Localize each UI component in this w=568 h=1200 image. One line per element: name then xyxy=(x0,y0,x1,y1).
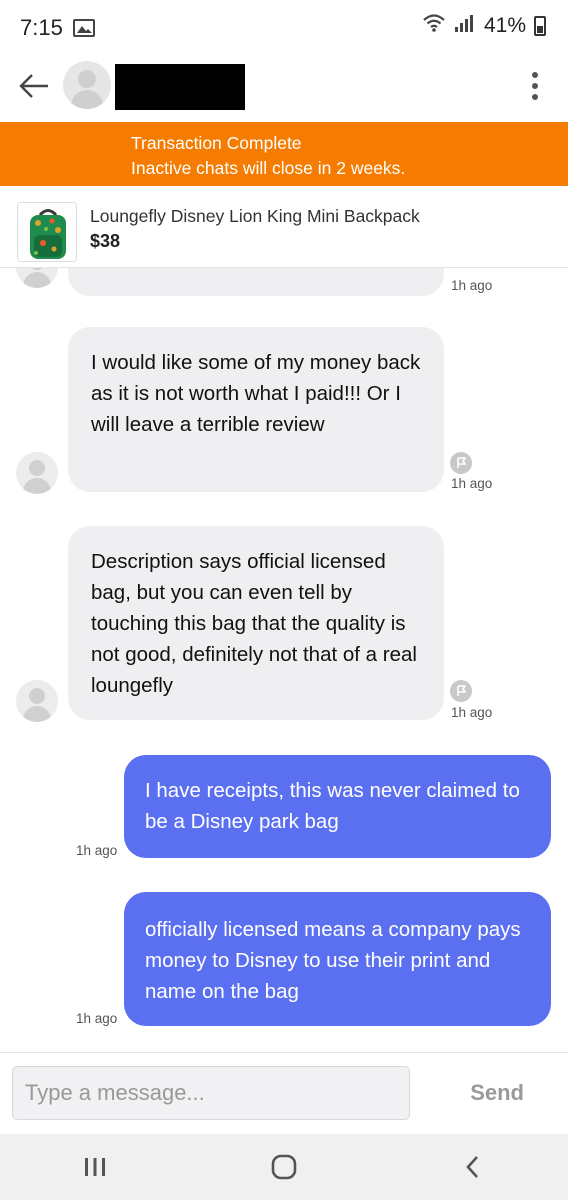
back-button[interactable] xyxy=(14,66,54,106)
image-notification-icon xyxy=(72,19,95,37)
message-timestamp: 1h ago xyxy=(76,1011,118,1026)
message-timestamp: 1h ago xyxy=(451,278,493,293)
message-composer: Send xyxy=(0,1052,568,1134)
message-text: I would like some of my money back as it… xyxy=(91,351,421,436)
message-timestamp: 1h ago xyxy=(76,843,118,858)
sender-avatar xyxy=(16,452,58,494)
battery-percent: 41% xyxy=(483,14,526,37)
report-flag-button[interactable] xyxy=(450,452,472,474)
message-bubble-incoming xyxy=(68,268,444,296)
message-timestamp: 1h ago xyxy=(451,476,493,491)
wifi-icon xyxy=(422,13,446,39)
product-title: Loungefly Disney Lion King Mini Backpack xyxy=(90,206,420,226)
report-flag-button[interactable] xyxy=(450,680,472,702)
arrow-left-icon xyxy=(19,74,48,98)
more-vertical-icon xyxy=(532,72,538,78)
banner-subtitle: Inactive chats will close in 2 weeks. xyxy=(131,158,406,178)
message-text: officially licensed means a company pays… xyxy=(145,918,521,1003)
home-icon xyxy=(271,1154,297,1180)
battery-icon xyxy=(534,16,546,36)
signal-icon xyxy=(454,13,476,39)
contact-avatar[interactable] xyxy=(63,61,111,109)
product-summary[interactable]: Loungefly Disney Lion King Mini Backpack… xyxy=(0,186,568,268)
transaction-banner: Transaction Complete Inactive chats will… xyxy=(0,122,568,186)
more-options-button[interactable] xyxy=(520,66,550,106)
message-text: I have receipts, this was never claimed … xyxy=(145,779,520,833)
status-right: 41% xyxy=(422,13,546,39)
recent-apps-icon xyxy=(84,1158,105,1176)
message-timestamp: 1h ago xyxy=(451,705,493,720)
message-input[interactable] xyxy=(12,1066,410,1120)
message-text: Description says official licensed bag, … xyxy=(91,550,417,697)
banner-title: Transaction Complete xyxy=(131,133,302,153)
message-list[interactable]: 1h ago I would like some of my money bac… xyxy=(0,268,568,1052)
message-bubble-incoming: I would like some of my money back as it… xyxy=(68,327,444,492)
status-time: 7:15 xyxy=(20,15,63,40)
message-bubble-incoming: Description says official licensed bag, … xyxy=(68,526,444,720)
status-bar: 7:15 41% xyxy=(0,0,568,56)
product-thumbnail[interactable] xyxy=(17,202,77,262)
send-button[interactable]: Send xyxy=(470,1080,524,1106)
recent-apps-button[interactable] xyxy=(65,1147,125,1187)
home-button[interactable] xyxy=(254,1147,314,1187)
flag-icon xyxy=(457,457,467,468)
redacted-contact-name xyxy=(115,64,245,110)
product-price: $38 xyxy=(90,231,121,251)
chevron-left-icon xyxy=(466,1156,479,1178)
flag-icon xyxy=(457,685,467,696)
system-navigation-bar xyxy=(0,1134,568,1200)
message-bubble-outgoing: officially licensed means a company pays… xyxy=(124,892,551,1026)
chat-header xyxy=(0,56,568,122)
sender-avatar xyxy=(16,268,58,288)
system-back-button[interactable] xyxy=(443,1147,503,1187)
sender-avatar xyxy=(16,680,58,722)
message-bubble-outgoing: I have receipts, this was never claimed … xyxy=(124,755,551,858)
